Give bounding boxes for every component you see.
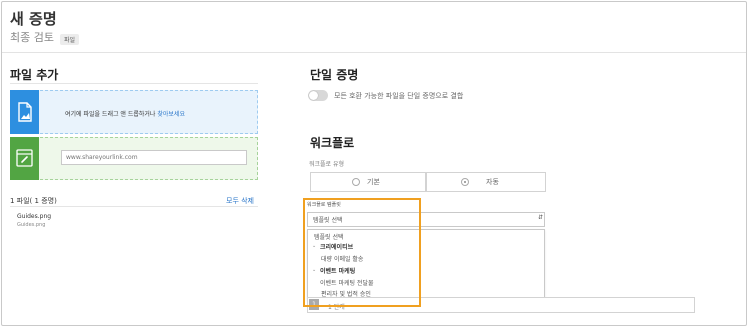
add-files-divider [10,83,258,84]
page-subtitle: 최종 검토 [10,31,54,44]
workflow-type-label: 워크플로 유형 [309,161,345,168]
radio-basic[interactable] [352,178,360,186]
select-arrows-icon: ⇵ [538,214,544,221]
status-badge: 파일 [60,34,80,45]
page-title: 새 증명 [10,10,57,28]
add-files-title: 파일 추가 [10,68,59,82]
share-link-input[interactable] [61,150,247,165]
highlight-box [303,198,421,307]
delete-all-link[interactable]: 모두 삭제 [226,196,254,206]
link-icon [16,149,33,167]
toggle-knob [309,91,318,100]
workflow-title: 워크플로 [310,136,355,150]
file-subtitle: Guides.png [17,222,46,228]
workflow-type-basic[interactable]: 기본 [310,172,426,192]
files-count: 1 파일( 1 증명) [10,197,57,205]
combine-toggle-label: 모든 호환 가능한 파일을 단일 증명으로 결합 [334,92,464,100]
workflow-type-auto-label: 자동 [486,178,499,186]
link-icon-tile [10,137,39,180]
browse-link[interactable]: 찾아보세요 [157,111,185,118]
file-name: Guides.png [17,213,52,220]
header-divider [2,52,746,53]
workflow-type-auto[interactable]: 자동 [426,172,546,192]
drop-text: 여기에 파일을 드래그 앤 드롭하거나 [65,111,156,118]
radio-auto[interactable] [461,178,469,186]
workflow-type-basic-label: 기본 [367,178,380,186]
single-proof-title: 단일 증명 [310,68,359,82]
file-upload-icon-tile[interactable] [10,90,39,134]
document-image-icon [18,102,32,122]
files-divider [10,206,258,207]
drop-instructions: 여기에 파일을 드래그 앤 드롭하거나 찾아보세요 [65,109,185,118]
